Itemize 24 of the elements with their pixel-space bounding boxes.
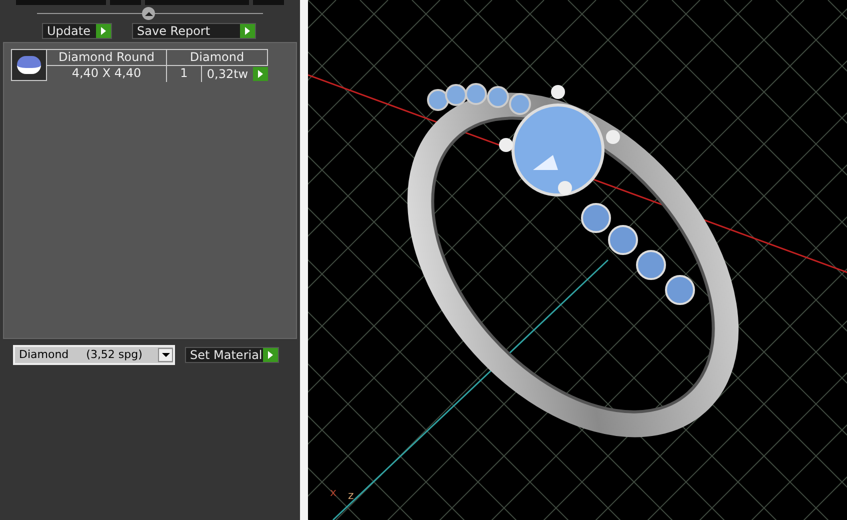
action-button[interactable]: Save Report [132,23,256,39]
panel-splitter[interactable] [300,0,308,520]
field[interactable] [252,0,284,5]
material-dropdown[interactable]: Diamond (3,52 spg) [13,345,175,365]
gem-icon [17,56,41,74]
stone-row[interactable]: Diamond Round Diamond 4,40 X 4,40 1 0,32tw [11,49,296,82]
action-button[interactable]: Set Material [185,347,279,363]
action-button[interactable]: Update [42,23,112,39]
play-icon [263,348,278,362]
play-icon[interactable] [253,67,268,81]
field[interactable] [145,0,249,5]
collapse-icon[interactable] [142,7,155,20]
3d-viewport[interactable]: x z [308,0,847,520]
table-cell-text: 0,32tw [206,66,250,82]
field[interactable] [110,0,142,5]
axis-label: z [348,490,354,501]
table-cell: 1 [167,66,202,82]
play-icon [96,24,111,38]
play-icon [240,24,255,38]
table-cell: Diamond Round [47,50,167,66]
table-cell: 4,40 X 4,40 [47,66,167,82]
axis-label: x [330,487,337,498]
table-cell: Diamond [167,50,268,66]
field[interactable] [16,0,106,5]
